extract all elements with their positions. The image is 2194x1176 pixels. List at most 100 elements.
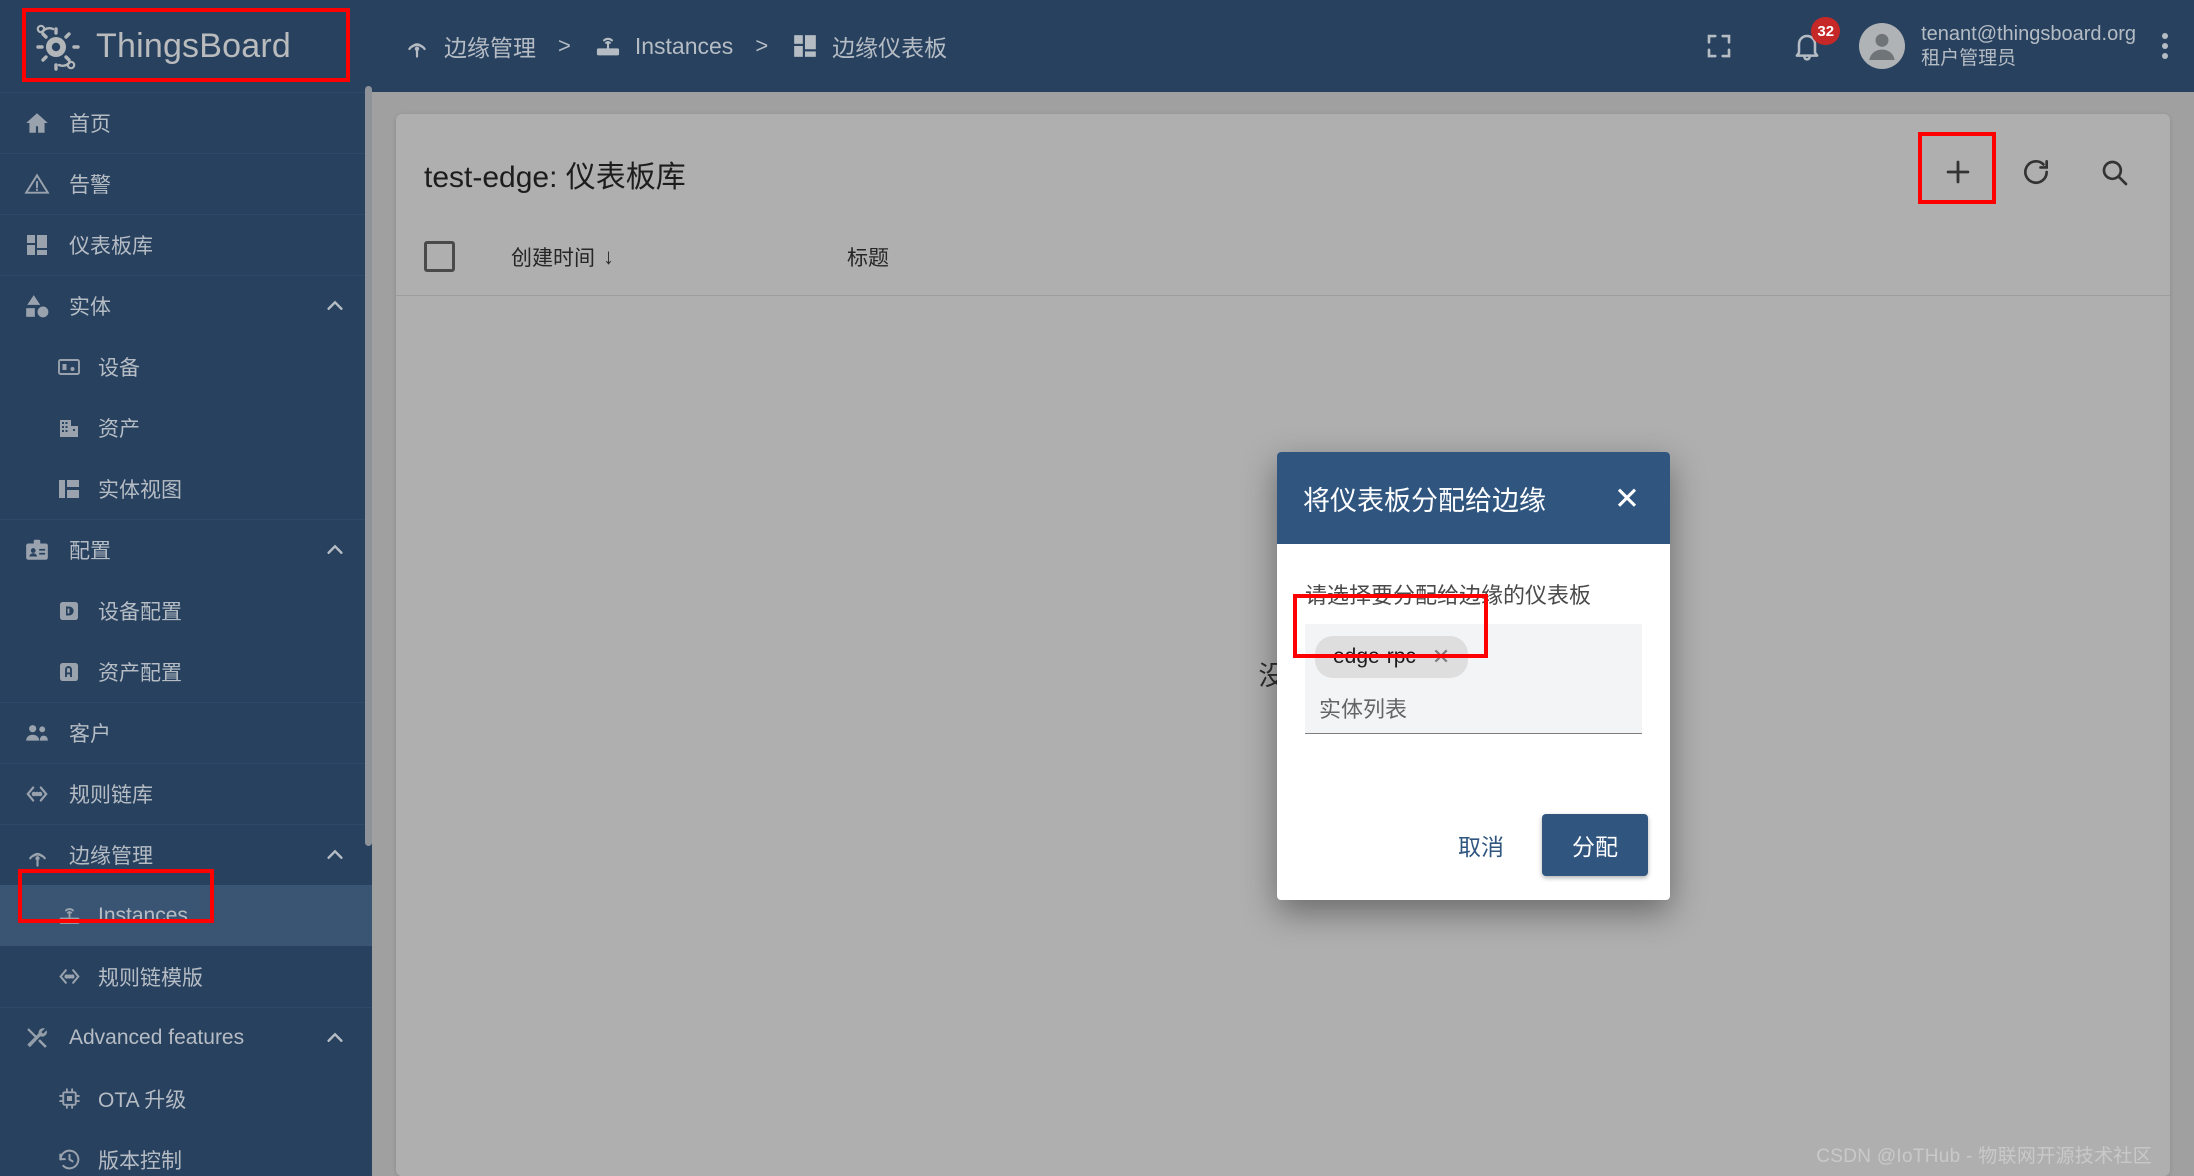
sidebar-item-ota-updates[interactable]: OTA 升级 — [0, 1068, 372, 1129]
entity-view-icon — [56, 476, 82, 502]
sidebar-item-label: 告警 — [69, 174, 111, 197]
dashboard-grid-icon — [22, 230, 52, 260]
dialog-instruction-label: 请选择要分配给边缘的仪表板 — [1305, 583, 1592, 608]
column-header-title[interactable]: 标题 — [847, 242, 1147, 272]
breadcrumb-item-instances[interactable]: Instances — [593, 31, 733, 61]
page-title: test-edge: 仪表板库 — [424, 161, 686, 194]
edge-antenna-icon — [22, 840, 52, 870]
sidebar-item-dashboards[interactable]: 仪表板库 — [0, 214, 372, 275]
sort-desc-icon: ↓ — [603, 243, 614, 269]
sidebar-item-entities[interactable]: 实体 — [0, 275, 372, 336]
assign-button[interactable]: 分配 — [1542, 814, 1648, 876]
sidebar-item-label: 客户 — [69, 723, 111, 746]
select-all-checkbox[interactable] — [424, 241, 455, 272]
sidebar-item-label: 版本控制 — [98, 1149, 182, 1173]
user-role: 租户管理员 — [1921, 47, 2017, 69]
sidebar-item-label: 资产 — [98, 417, 140, 441]
breadcrumb-item-edge-dashboards[interactable]: 边缘仪表板 — [790, 29, 947, 63]
table-header-row: 创建时间 ↓ 标题 — [396, 218, 2170, 296]
assign-dashboard-dialog: 将仪表板分配给边缘 ✕ 请选择要分配给边缘的仪表板 edge-rpc ✕ 实体列… — [1277, 452, 1670, 900]
sidebar-item-label: 规则链模版 — [98, 966, 203, 990]
sidebar-scrollbar[interactable] — [365, 86, 372, 846]
main-area: 边缘管理 > Instances > 边缘仪表板 32 tenant@thing… — [372, 0, 2194, 1176]
chip-icon — [56, 1086, 82, 1112]
sidebar-item-instances[interactable]: Instances — [0, 885, 372, 946]
thingsboard-logo-icon — [30, 20, 82, 72]
sidebar-item-rule-chains[interactable]: 规则链库 — [0, 763, 372, 824]
column-header-created-time[interactable]: 创建时间 ↓ — [511, 242, 847, 272]
sidebar-item-home[interactable]: 首页 — [0, 92, 372, 153]
card-header: test-edge: 仪表板库 — [396, 114, 2170, 218]
asset-building-icon — [56, 415, 82, 441]
breadcrumb-label: 边缘仪表板 — [832, 35, 948, 61]
topbar: 边缘管理 > Instances > 边缘仪表板 32 tenant@thing… — [372, 0, 2194, 92]
brand-name: ThingsBoard — [96, 26, 291, 65]
add-dashboard-button[interactable] — [1930, 144, 1986, 200]
cancel-button[interactable]: 取消 — [1436, 816, 1526, 874]
column-label: 创建时间 — [511, 246, 595, 270]
router-icon — [56, 903, 82, 929]
sidebar-item-edge-management[interactable]: 边缘管理 — [0, 824, 372, 885]
search-button[interactable] — [2086, 144, 2142, 200]
chevron-up-icon[interactable] — [324, 539, 346, 561]
sidebar-item-device-profiles[interactable]: 设备配置 — [0, 580, 372, 641]
sidebar-item-label: Instances — [98, 903, 188, 927]
sidebar-item-assets[interactable]: 资产 — [0, 397, 372, 458]
customers-people-icon — [22, 718, 52, 748]
refresh-button[interactable] — [2008, 144, 2064, 200]
breadcrumb-label: 边缘管理 — [444, 35, 536, 61]
sidebar-item-label: 实体视图 — [98, 478, 182, 502]
notifications-button[interactable]: 32 — [1785, 17, 1841, 68]
rule-chain-icon — [56, 964, 82, 990]
sidebar-item-alarms[interactable]: 告警 — [0, 153, 372, 214]
fullscreen-icon[interactable] — [1697, 24, 1741, 68]
sidebar-item-devices[interactable]: 设备 — [0, 336, 372, 397]
sidebar-item-profiles[interactable]: 配置 — [0, 519, 372, 580]
brand-header[interactable]: ThingsBoard — [0, 0, 372, 92]
sidebar-item-label: OTA 升级 — [98, 1088, 187, 1112]
breadcrumb-separator: > — [558, 33, 571, 58]
device-profile-d-icon — [56, 598, 82, 624]
chip-label: edge-rpc — [1333, 645, 1416, 668]
sidebar-item-label: 边缘管理 — [69, 845, 153, 868]
dialog-footer: 取消 分配 — [1277, 804, 1670, 900]
more-vertical-icon[interactable] — [2162, 33, 2168, 59]
entities-shapes-icon — [22, 291, 52, 321]
selected-chip[interactable]: edge-rpc ✕ — [1315, 636, 1469, 678]
column-label: 标题 — [847, 246, 889, 270]
chevron-up-icon[interactable] — [324, 295, 346, 317]
profile-card-icon — [22, 535, 52, 565]
user-email: tenant@thingsboard.org — [1921, 22, 2136, 45]
breadcrumb: 边缘管理 > Instances > 边缘仪表板 — [402, 29, 1697, 63]
rule-chain-icon — [22, 779, 52, 809]
sidebar-item-rule-chain-templates[interactable]: 规则链模版 — [0, 946, 372, 1007]
sidebar-item-version-control[interactable]: 版本控制 — [0, 1129, 372, 1176]
sidebar-item-entity-views[interactable]: 实体视图 — [0, 458, 372, 519]
dialog-header: 将仪表板分配给边缘 ✕ — [1277, 452, 1670, 544]
chevron-up-icon[interactable] — [324, 844, 346, 866]
breadcrumb-item-edge-management[interactable]: 边缘管理 — [402, 29, 536, 63]
alert-triangle-icon — [22, 169, 52, 199]
dialog-body: 请选择要分配给边缘的仪表板 edge-rpc ✕ 实体列表 — [1277, 544, 1670, 804]
app-root: ThingsBoard 首页 告警 仪表板库 实体 设备 资产 实体视图 配置 … — [0, 0, 2194, 1176]
home-icon — [22, 108, 52, 138]
sidebar-item-label: 规则链库 — [69, 784, 153, 807]
notifications-badge: 32 — [1811, 17, 1841, 45]
edge-antenna-icon — [402, 31, 432, 61]
sidebar-item-advanced-features[interactable]: Advanced features — [0, 1007, 372, 1068]
dashboard-select-field[interactable]: edge-rpc ✕ 实体列表 — [1305, 624, 1642, 734]
user-info[interactable]: tenant@thingsboard.org 租户管理员 — [1921, 22, 2136, 71]
sidebar-item-label: 实体 — [69, 296, 111, 319]
sidebar-item-customers[interactable]: 客户 — [0, 702, 372, 763]
sidebar-item-label: 设备配置 — [98, 600, 182, 624]
dashboard-grid-icon — [790, 31, 820, 61]
close-x-icon[interactable]: ✕ — [1606, 477, 1648, 520]
close-x-icon[interactable]: ✕ — [1432, 646, 1450, 668]
dialog-title: 将仪表板分配给边缘 — [1303, 485, 1546, 516]
avatar[interactable] — [1859, 23, 1906, 69]
chevron-up-icon[interactable] — [324, 1027, 346, 1049]
sidebar-item-label: Advanced features — [69, 1026, 245, 1049]
watermark: CSDN @IoTHub - 物联网开源技术社区 — [1816, 1146, 2152, 1167]
sidebar-item-asset-profiles[interactable]: 资产配置 — [0, 641, 372, 702]
sidebar-item-label: 首页 — [69, 113, 111, 136]
